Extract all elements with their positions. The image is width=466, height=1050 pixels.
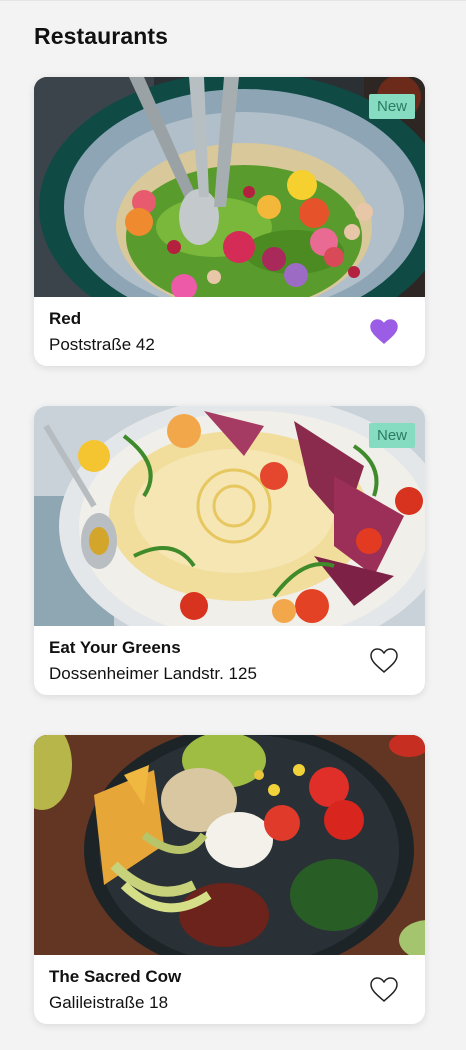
restaurant-info: The Sacred Cow Galileistraße 18 bbox=[34, 955, 425, 1024]
new-badge: New bbox=[368, 94, 415, 119]
heart-icon bbox=[370, 977, 398, 1002]
restaurant-photo: New bbox=[34, 406, 425, 626]
restaurants-page: Restaurants New Red Poststraße 42 New Ea… bbox=[0, 0, 466, 1050]
restaurant-card[interactable]: New Red Poststraße 42 bbox=[34, 77, 425, 366]
restaurant-photo bbox=[34, 735, 425, 955]
restaurant-info: Eat Your Greens Dossenheimer Landstr. 12… bbox=[34, 626, 425, 695]
restaurant-info: Red Poststraße 42 bbox=[34, 297, 425, 366]
restaurant-card[interactable]: The Sacred Cow Galileistraße 18 bbox=[34, 735, 425, 1024]
heart-icon bbox=[370, 648, 398, 673]
restaurant-name: The Sacred Cow bbox=[49, 967, 182, 986]
restaurant-name: Red bbox=[49, 309, 82, 328]
restaurant-address: Galileistraße 18 bbox=[49, 993, 169, 1012]
page-title: Restaurants bbox=[34, 23, 169, 49]
restaurant-card[interactable]: New Eat Your Greens Dossenheimer Landstr… bbox=[34, 406, 425, 695]
new-badge: New bbox=[368, 423, 415, 448]
favorite-button[interactable] bbox=[370, 977, 398, 1003]
heart-icon bbox=[370, 319, 398, 344]
restaurant-address: Dossenheimer Landstr. 125 bbox=[49, 664, 257, 683]
restaurant-name: Eat Your Greens bbox=[49, 638, 181, 657]
restaurant-photo: New bbox=[34, 77, 425, 297]
favorite-button[interactable] bbox=[370, 319, 398, 345]
favorite-button[interactable] bbox=[370, 648, 398, 674]
restaurant-address: Poststraße 42 bbox=[49, 335, 155, 354]
